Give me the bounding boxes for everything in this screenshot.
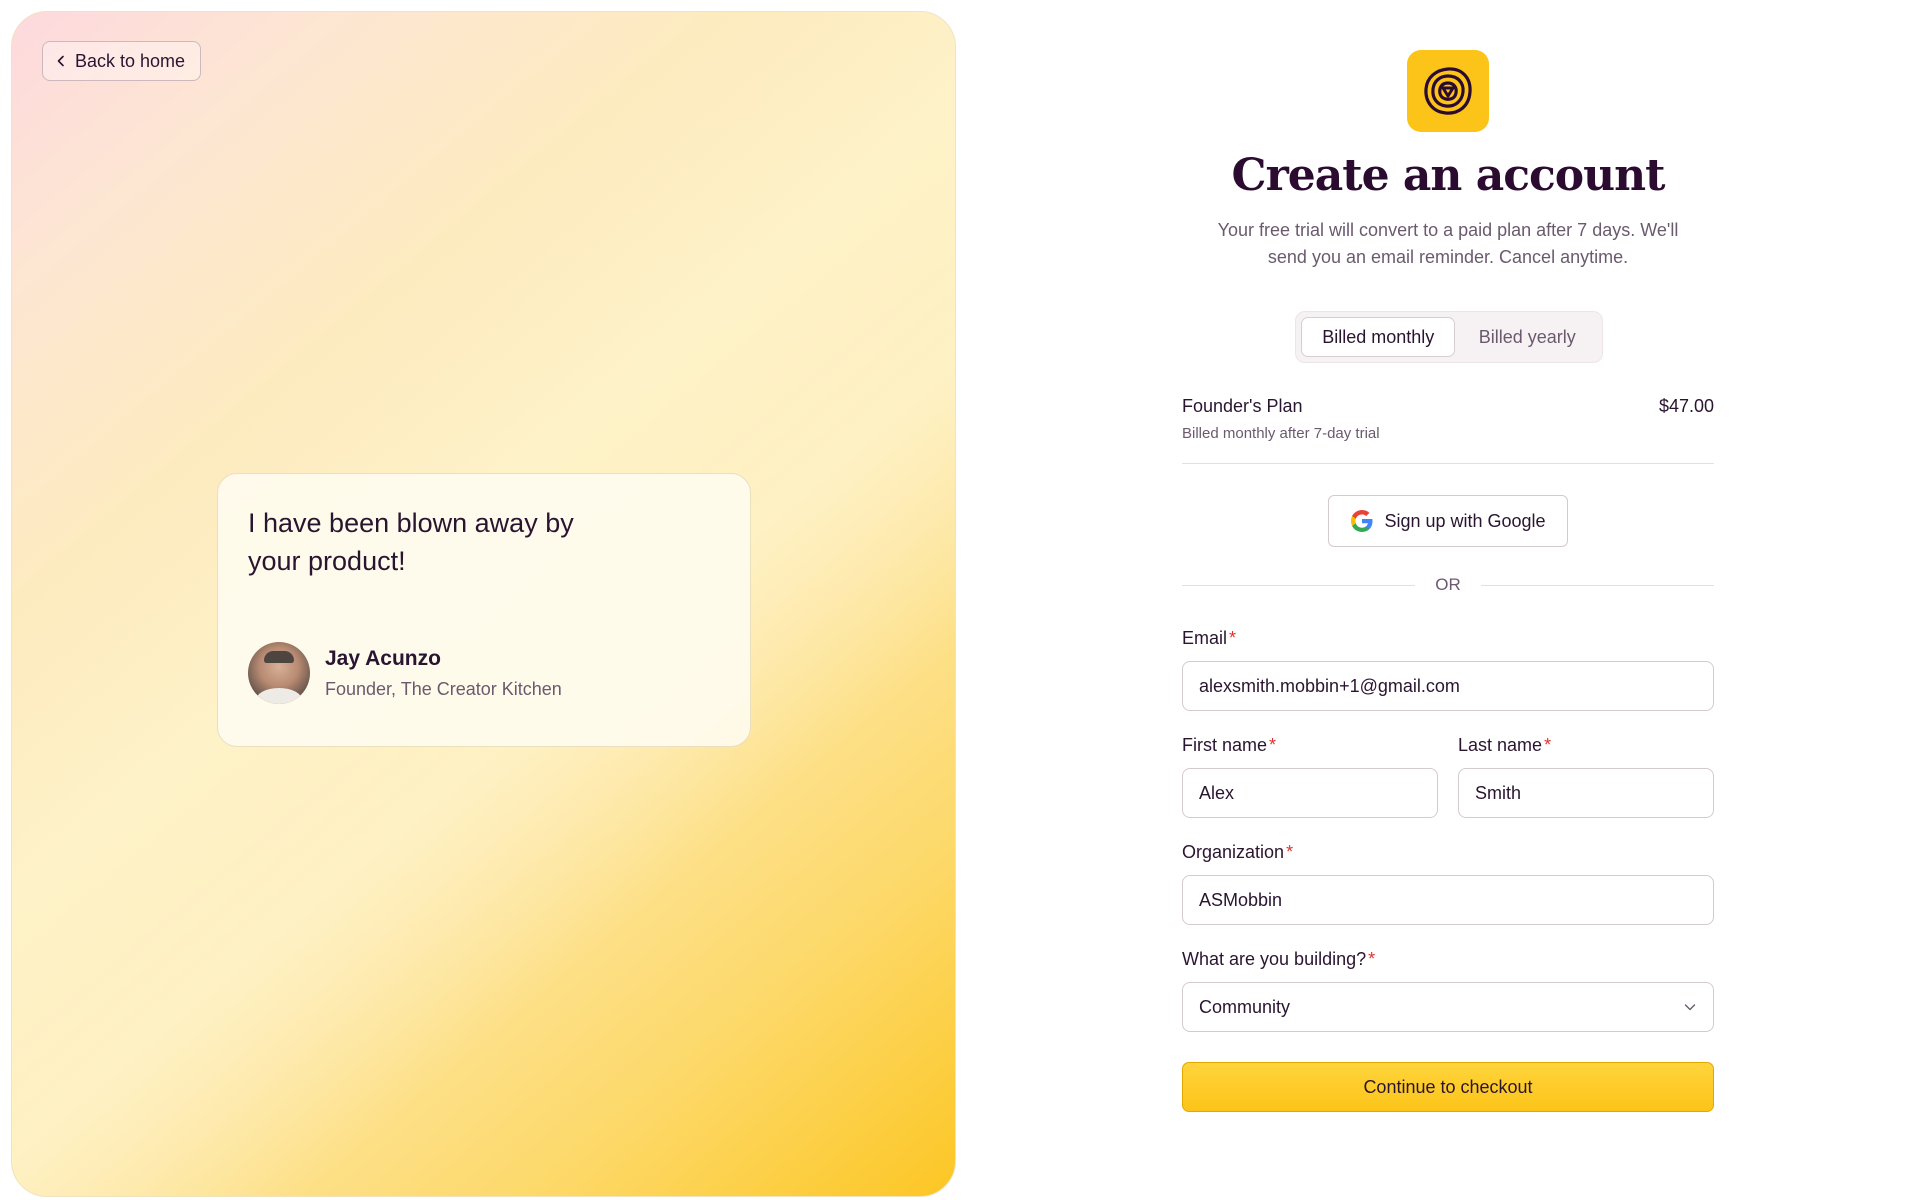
building-label-text: What are you building? xyxy=(1182,949,1367,969)
plan-summary: Founder's Plan Billed monthly after 7-da… xyxy=(1182,396,1714,442)
email-value: alexsmith.mobbin+1@gmail.com xyxy=(1199,675,1460,696)
testimonial-card: I have been blown away by your product! … xyxy=(217,473,751,747)
first-name-value: Alex xyxy=(1199,782,1235,803)
billed-yearly-tab[interactable]: Billed yearly xyxy=(1457,317,1597,357)
avatar xyxy=(248,642,310,704)
back-to-home-label: Back to home xyxy=(75,50,186,71)
billing-toggle: Billed monthly Billed yearly xyxy=(1295,311,1603,363)
first-name-label: First name * xyxy=(1182,735,1276,756)
required-mark: * xyxy=(1229,628,1237,648)
google-signup-label: Sign up with Google xyxy=(1384,510,1546,531)
building-select[interactable]: Community xyxy=(1182,982,1714,1032)
or-separator: OR xyxy=(1182,574,1714,596)
google-icon xyxy=(1351,510,1373,532)
first-name-label-text: First name xyxy=(1182,735,1268,755)
organization-label-text: Organization xyxy=(1182,842,1285,862)
signup-form: Create an account Your free trial will c… xyxy=(1182,0,1714,1200)
required-mark: * xyxy=(1269,735,1277,755)
page-subtitle: Your free trial will convert to a paid p… xyxy=(1217,220,1679,267)
organization-value: ASMobbin xyxy=(1199,889,1283,910)
or-line-left xyxy=(1182,584,1416,586)
billed-monthly-tab[interactable]: Billed monthly xyxy=(1301,317,1456,357)
building-label: What are you building? * xyxy=(1182,949,1375,970)
page-title: Create an account xyxy=(1231,150,1666,201)
last-name-field[interactable]: Smith xyxy=(1458,768,1714,818)
organization-field[interactable]: ASMobbin xyxy=(1182,875,1714,925)
author-name: Jay Acunzo xyxy=(325,646,441,670)
testimonial-author: Jay Acunzo Founder, The Creator Kitchen xyxy=(248,642,562,704)
building-value: Community xyxy=(1199,996,1291,1017)
required-mark: * xyxy=(1286,842,1294,862)
author-role: Founder, The Creator Kitchen xyxy=(325,678,562,699)
continue-to-checkout-button[interactable]: Continue to checkout xyxy=(1182,1062,1714,1112)
chevron-down-icon xyxy=(1684,1004,1696,1011)
required-mark: * xyxy=(1544,735,1552,755)
divider xyxy=(1182,463,1714,464)
email-label: Email * xyxy=(1182,628,1236,649)
chevron-left-icon xyxy=(57,55,64,67)
or-line-right xyxy=(1480,584,1714,586)
last-name-label-text: Last name xyxy=(1458,735,1543,755)
google-signup-button[interactable]: Sign up with Google xyxy=(1328,495,1568,547)
plan-name: Founder's Plan xyxy=(1182,396,1303,416)
email-label-text: Email xyxy=(1182,628,1228,648)
required-mark: * xyxy=(1368,949,1376,969)
hero-panel: Back to home I have been blown away by y… xyxy=(11,11,956,1197)
last-name-value: Smith xyxy=(1475,782,1522,803)
back-to-home-button[interactable]: Back to home xyxy=(42,41,202,81)
plan-subtext: Billed monthly after 7-day trial xyxy=(1182,425,1380,442)
plan-price: $47.00 xyxy=(1658,396,1714,416)
first-name-field[interactable]: Alex xyxy=(1182,768,1438,818)
last-name-label: Last name * xyxy=(1458,735,1551,756)
app-logo-icon xyxy=(1407,50,1489,132)
testimonial-quote: I have been blown away by your product! xyxy=(248,508,574,576)
or-text: OR xyxy=(1435,575,1461,594)
email-field[interactable]: alexsmith.mobbin+1@gmail.com xyxy=(1182,661,1714,711)
organization-label: Organization * xyxy=(1182,842,1293,863)
